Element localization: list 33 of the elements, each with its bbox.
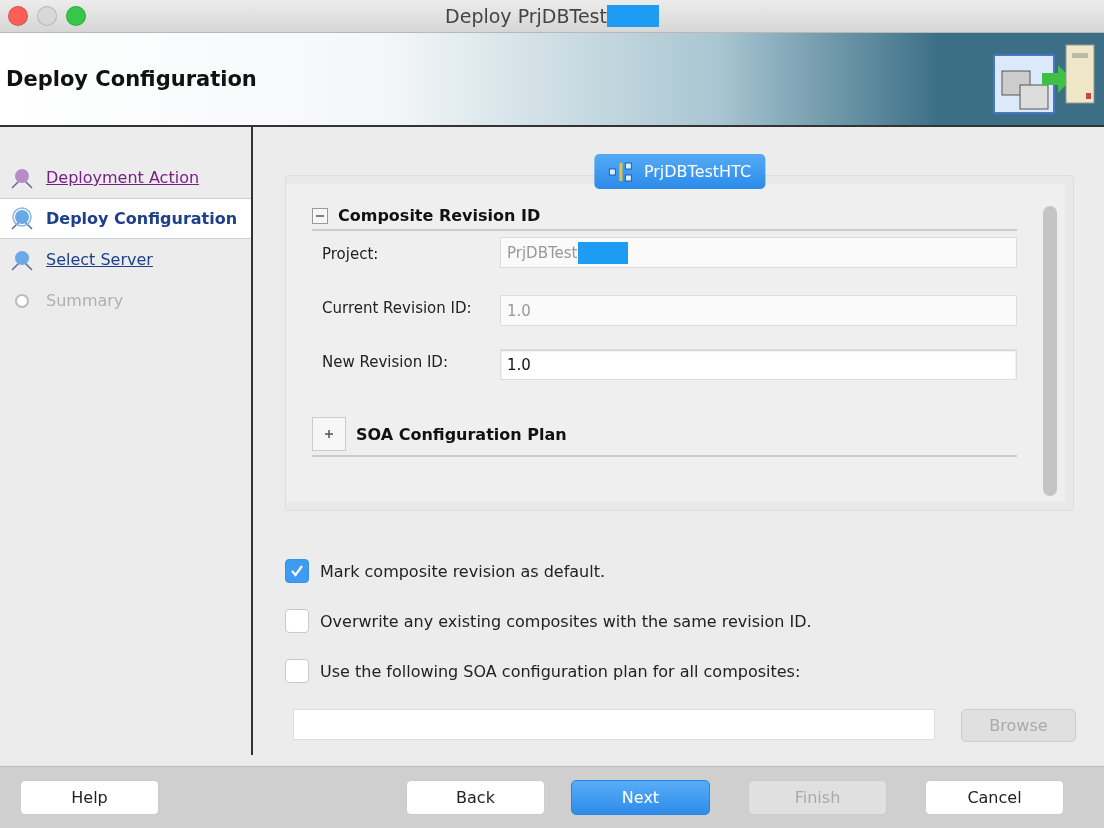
- dialog-button[interactable]: Help: [20, 780, 159, 815]
- step-link[interactable]: Deployment Action: [46, 168, 200, 187]
- option-label: Overwrite any existing composites with the same revision ID.: [320, 611, 812, 631]
- section-title: Composite Revision ID: [338, 206, 541, 225]
- step-node-icon: [10, 206, 34, 231]
- checkbox[interactable]: [285, 609, 309, 633]
- step-link[interactable]: Select Server: [46, 250, 153, 269]
- checkmark-icon: [289, 563, 305, 579]
- text-field[interactable]: 1.0: [500, 349, 1017, 380]
- section-title: SOA Configuration Plan: [356, 424, 567, 444]
- dialog-button[interactable]: Cancel: [925, 780, 1064, 815]
- collapse-button[interactable]: [312, 207, 328, 224]
- redaction-mark: [577, 241, 628, 264]
- option-label: Mark composite revision as default.: [320, 561, 606, 581]
- composite-icon: [607, 161, 634, 182]
- plan-path-field[interactable]: [293, 709, 935, 740]
- zoom-button[interactable]: [66, 6, 86, 26]
- step-label: Summary: [46, 291, 124, 310]
- field-label: New Revision ID:: [322, 352, 449, 371]
- checkbox[interactable]: [285, 659, 309, 683]
- field-label: Project:: [322, 244, 380, 263]
- minimize-button[interactable]: [37, 6, 57, 26]
- dialog-button[interactable]: Back: [406, 780, 545, 815]
- page-title: Deploy Configuration: [6, 67, 257, 91]
- field-label: Current Revision ID:: [322, 298, 473, 317]
- step-link[interactable]: Deploy Configuration: [46, 209, 238, 228]
- scrollbar[interactable]: [1043, 206, 1057, 496]
- option-label: Use the following SOA configuration plan for all composites:: [320, 661, 801, 681]
- plus-icon: [324, 429, 334, 439]
- close-button[interactable]: [8, 6, 28, 26]
- checkbox[interactable]: [285, 559, 309, 583]
- window-title: Deploy PrjDBTest: [445, 5, 607, 27]
- expand-button[interactable]: [312, 417, 346, 451]
